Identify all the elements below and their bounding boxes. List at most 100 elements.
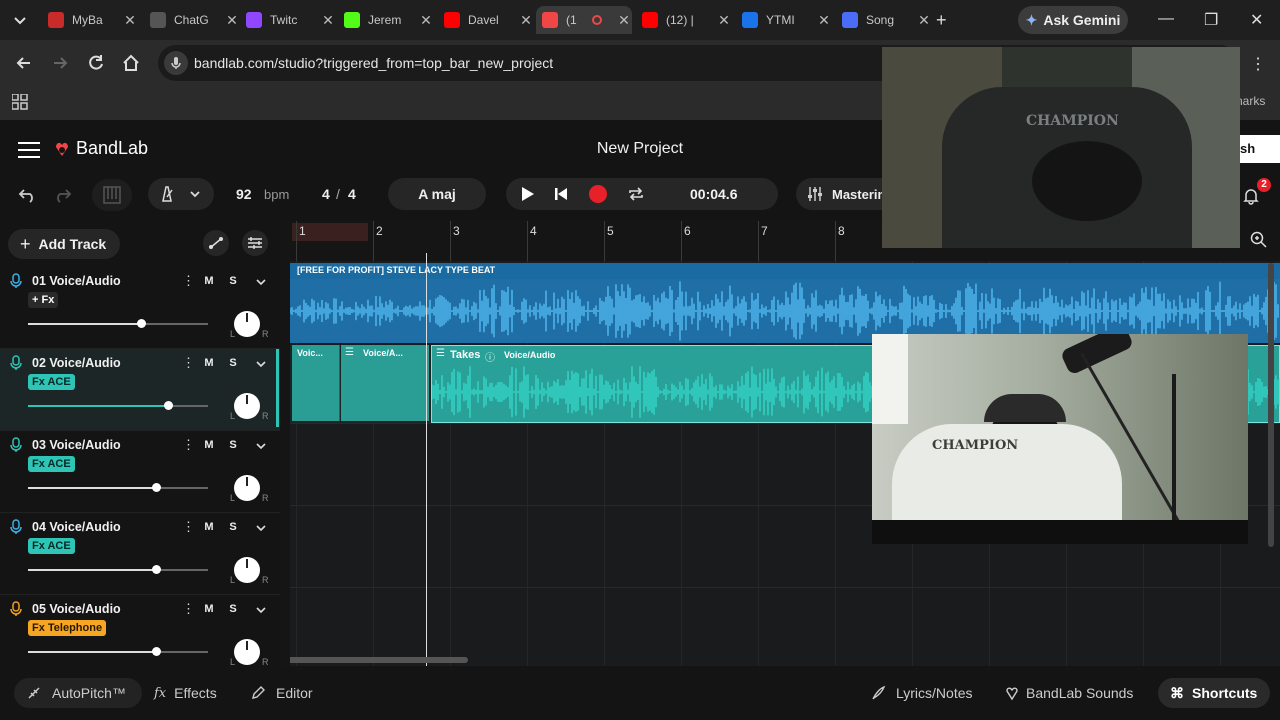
track-header[interactable]: 04 Voice/Audio Fx ACE ⋮ M S L R xyxy=(0,513,280,595)
chevron-down-icon[interactable] xyxy=(254,275,268,289)
volume-slider[interactable] xyxy=(28,319,208,328)
browser-tab[interactable]: Song ✕ xyxy=(836,6,932,34)
site-info-icon[interactable] xyxy=(164,51,188,75)
close-tab-icon[interactable]: ✕ xyxy=(122,12,138,29)
metronome-button[interactable] xyxy=(148,178,214,210)
all-bookmarks-label[interactable]: narks xyxy=(1236,94,1265,108)
close-tab-icon[interactable]: ✕ xyxy=(716,12,732,29)
shortcuts-button[interactable]: ⌘ Shortcuts xyxy=(1158,678,1270,708)
audio-clip[interactable]: ☰ Voice/A... xyxy=(341,345,429,421)
close-tab-icon[interactable]: ✕ xyxy=(616,12,632,29)
bandlab-sounds-button[interactable]: BandLab Sounds xyxy=(996,678,1146,708)
chevron-down-icon[interactable] xyxy=(254,439,268,453)
track-header[interactable]: 01 Voice/Audio + Fx ⋮ M S L R xyxy=(0,267,280,349)
volume-handle[interactable] xyxy=(151,647,161,656)
fx-badge[interactable]: Fx ACE xyxy=(28,538,75,554)
chevron-down-icon[interactable] xyxy=(254,603,268,617)
audio-clip[interactable]: Voic... xyxy=(292,345,340,421)
close-tab-icon[interactable]: ✕ xyxy=(816,12,832,29)
browser-tab[interactable]: (12) | ✕ xyxy=(636,6,732,34)
ask-gemini-button[interactable]: ✦ Ask Gemini xyxy=(1018,6,1128,34)
browser-tab[interactable]: Jerem ✕ xyxy=(338,6,434,34)
fx-badge[interactable]: + Fx xyxy=(28,292,59,308)
browser-tab[interactable]: MyBa ✕ xyxy=(42,6,138,34)
track-header[interactable]: 02 Voice/Audio Fx ACE ⋮ M S L R xyxy=(0,349,280,431)
close-tab-icon[interactable]: ✕ xyxy=(418,12,434,29)
track-options-icon[interactable]: ⋮ xyxy=(182,437,195,453)
zoom-icon[interactable] xyxy=(1250,231,1268,249)
vertical-scrollbar[interactable] xyxy=(1268,263,1274,547)
fx-badge[interactable]: Fx Telephone xyxy=(28,620,107,636)
time-signature-denominator[interactable]: 4 xyxy=(348,186,356,202)
loop-icon[interactable] xyxy=(626,185,646,203)
mute-button[interactable]: M xyxy=(200,437,218,453)
play-icon[interactable] xyxy=(518,185,536,203)
restore-button[interactable]: ❐ xyxy=(1204,10,1218,30)
close-tab-icon[interactable]: ✕ xyxy=(320,12,336,29)
track-options-icon[interactable]: ⋮ xyxy=(182,273,195,289)
bpm-value[interactable]: 92 xyxy=(236,186,252,202)
track-options-icon[interactable]: ⋮ xyxy=(182,601,195,617)
solo-button[interactable]: S xyxy=(224,355,242,371)
volume-handle[interactable] xyxy=(164,401,174,410)
playhead[interactable] xyxy=(426,253,427,666)
volume-slider[interactable] xyxy=(28,647,208,656)
chevron-down-icon[interactable] xyxy=(254,521,268,535)
mute-button[interactable]: M xyxy=(200,519,218,535)
track-name[interactable]: 01 Voice/Audio xyxy=(32,274,121,288)
pan-knob[interactable] xyxy=(234,393,260,419)
autopitch-button[interactable]: AutoPitch™ xyxy=(14,678,142,708)
record-button[interactable] xyxy=(589,185,607,203)
pan-knob[interactable] xyxy=(234,557,260,583)
volume-handle[interactable] xyxy=(151,565,161,574)
browser-tab[interactable]: Twitc ✕ xyxy=(240,6,336,34)
close-tab-icon[interactable]: ✕ xyxy=(518,12,534,29)
time-signature-numerator[interactable]: 4 xyxy=(322,186,330,202)
notification-bell-icon[interactable] xyxy=(1242,187,1260,205)
undo-icon[interactable] xyxy=(18,185,38,203)
effects-button[interactable]: fx Effects xyxy=(148,678,238,708)
track-name[interactable]: 03 Voice/Audio xyxy=(32,438,121,452)
apps-grid-icon[interactable] xyxy=(12,94,28,110)
beat-clip[interactable]: [FREE FOR PROFIT] STEVE LACY TYPE BEAT xyxy=(290,263,1280,343)
pan-knob[interactable] xyxy=(234,639,260,665)
track-options-icon[interactable]: ⋮ xyxy=(182,355,195,371)
automation-icon[interactable] xyxy=(203,230,229,256)
instrument-icon[interactable] xyxy=(92,179,132,211)
track-name[interactable]: 05 Voice/Audio xyxy=(32,602,121,616)
chevron-down-icon[interactable] xyxy=(254,357,268,371)
new-tab-button[interactable]: + xyxy=(936,10,947,31)
go-to-start-icon[interactable] xyxy=(552,185,570,203)
pan-knob[interactable] xyxy=(234,311,260,337)
solo-button[interactable]: S xyxy=(224,437,242,453)
browser-menu-icon[interactable]: ⋮ xyxy=(1250,54,1266,74)
fx-badge[interactable]: Fx ACE xyxy=(28,456,75,472)
solo-button[interactable]: S xyxy=(224,273,242,289)
back-icon[interactable] xyxy=(14,53,34,73)
browser-tab[interactable]: Davel ✕ xyxy=(438,6,534,34)
key-selector[interactable]: A maj xyxy=(388,178,486,210)
close-tab-icon[interactable]: ✕ xyxy=(224,12,240,29)
mute-button[interactable]: M xyxy=(200,273,218,289)
solo-button[interactable]: S xyxy=(224,519,242,535)
volume-slider[interactable] xyxy=(28,401,208,410)
mute-button[interactable]: M xyxy=(200,601,218,617)
mute-button[interactable]: M xyxy=(200,355,218,371)
minimize-button[interactable]: — xyxy=(1158,10,1174,28)
takes-label[interactable]: Takes xyxy=(450,349,480,361)
home-icon[interactable] xyxy=(121,53,141,73)
mastering-button[interactable]: Mastering xyxy=(796,178,896,210)
track-options-icon[interactable]: ⋮ xyxy=(182,519,195,535)
volume-slider[interactable] xyxy=(28,565,208,574)
volume-slider[interactable] xyxy=(28,483,208,492)
close-window-button[interactable]: ✕ xyxy=(1250,10,1263,30)
redo-icon[interactable] xyxy=(52,185,72,203)
track-view-icon[interactable] xyxy=(242,230,268,256)
volume-handle[interactable] xyxy=(137,319,147,328)
add-track-button[interactable]: + Add Track xyxy=(8,229,120,259)
tab-search-icon[interactable] xyxy=(10,10,30,30)
horizontal-scrollbar[interactable] xyxy=(290,657,468,663)
browser-tab[interactable]: (1 ✕ xyxy=(536,6,632,34)
pan-knob[interactable] xyxy=(234,475,260,501)
solo-button[interactable]: S xyxy=(224,601,242,617)
